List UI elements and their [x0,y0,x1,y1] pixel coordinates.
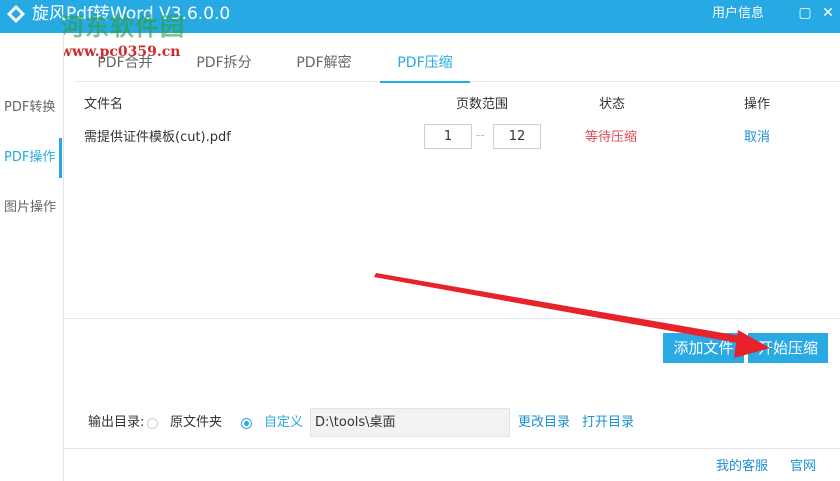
header-action: 操作 [744,97,771,112]
page-from-input[interactable]: 1 [424,124,472,149]
header-page-range: 页数范围 [456,97,509,112]
tab-pdf-compress[interactable]: PDF压缩 [380,53,470,83]
sidebar-item-pdf-convert[interactable]: PDF转换 [0,88,62,128]
tab-bar: PDF合并 PDF拆分 PDF解密 PDF压缩 [75,33,840,83]
sidebar: PDF转换 PDF操作 图片操作 [0,33,64,481]
header-status: 状态 [599,97,626,112]
divider [63,318,840,319]
tab-pdf-split[interactable]: PDF拆分 [193,53,255,81]
user-info-link[interactable]: 用户信息 [712,6,764,22]
open-dir-link[interactable]: 打开目录 [582,414,634,432]
start-compress-button[interactable]: 开始压缩 [748,333,828,363]
sidebar-item-pdf-operation[interactable]: PDF操作 [0,138,62,178]
change-dir-link[interactable]: 更改目录 [518,414,570,432]
add-file-button[interactable]: 添加文件 [663,333,744,363]
radio-custom-folder-label[interactable]: 自定义 [264,414,303,432]
row-filename: 需提供证件模板(cut).pdf [84,130,231,145]
footer-divider [63,448,840,449]
page-range-separator: -- [476,128,485,142]
header-filename: 文件名 [84,97,124,112]
page-to-input[interactable]: 12 [493,124,541,149]
row-status: 等待压缩 [585,130,638,145]
close-button[interactable]: ✕ [820,5,836,21]
tab-pdf-decrypt[interactable]: PDF解密 [293,53,355,81]
radio-custom-folder[interactable] [241,418,252,429]
official-site-link[interactable]: 官网 [790,459,816,475]
output-dir-label: 输出目录: [88,415,145,430]
output-path-field[interactable]: D:\tools\桌面 [310,408,510,437]
maximize-button[interactable]: ▢ [797,5,813,21]
customer-service-link[interactable]: 我的客服 [716,459,768,475]
sidebar-item-image-operation[interactable]: 图片操作 [0,188,62,228]
radio-original-folder[interactable] [147,418,158,429]
app-logo-icon [6,4,26,24]
radio-original-folder-label[interactable]: 原文件夹 [170,414,222,432]
tab-pdf-merge[interactable]: PDF合并 [95,53,155,81]
row-cancel-link[interactable]: 取消 [744,129,770,147]
